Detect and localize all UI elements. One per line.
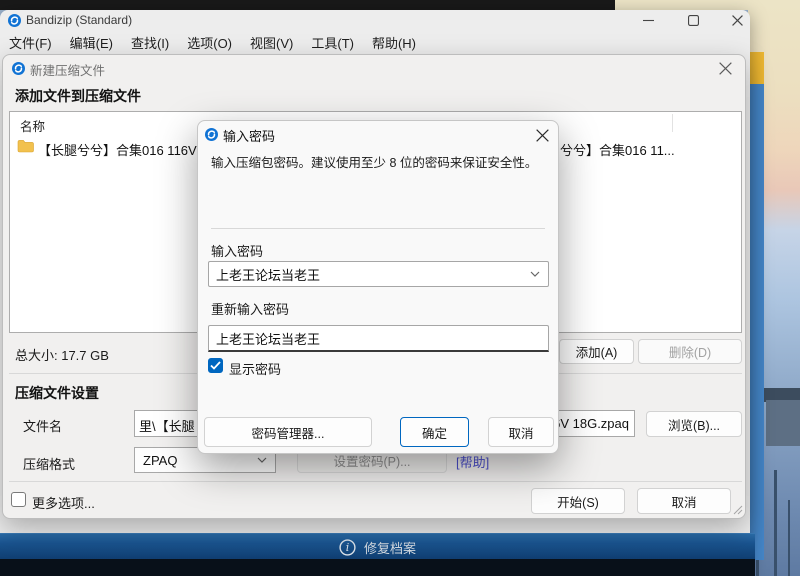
filename-label: 文件名 bbox=[23, 419, 63, 434]
dialog-title: 新建压缩文件 bbox=[30, 64, 106, 78]
menu-file[interactable]: 文件(F) bbox=[0, 32, 61, 55]
filename-text-left: 里\【长腿 bbox=[139, 419, 195, 434]
cancel-button[interactable]: 取消 bbox=[637, 488, 731, 514]
more-options-checkbox[interactable] bbox=[11, 492, 26, 507]
bandizip-logo-icon bbox=[12, 62, 25, 75]
window-title: Bandizip (Standard) bbox=[26, 13, 133, 27]
archive-settings-heading: 压缩文件设置 bbox=[15, 385, 99, 401]
dialog-close-button[interactable] bbox=[709, 57, 741, 79]
ok-button[interactable]: 确定 bbox=[400, 417, 469, 447]
filename-text-right: 6V 18G.zpaq bbox=[553, 416, 629, 431]
help-link[interactable]: [帮助] bbox=[456, 452, 489, 471]
password-input[interactable] bbox=[209, 266, 516, 282]
screen: Bandizip (Standard) 文件(F) 编辑(E) 查找(I) 选项… bbox=[0, 0, 800, 576]
chevron-down-icon bbox=[257, 457, 267, 463]
background-yellow-accent bbox=[750, 52, 764, 84]
divider bbox=[9, 481, 742, 482]
menu-tools[interactable]: 工具(T) bbox=[302, 32, 363, 55]
menu-help[interactable]: 帮助(H) bbox=[363, 32, 425, 55]
file-row-name-continued[interactable]: 兮兮】合集016 11... bbox=[560, 140, 675, 159]
info-icon: i bbox=[339, 538, 356, 556]
check-icon bbox=[210, 361, 221, 370]
show-password-checkbox[interactable] bbox=[208, 358, 223, 373]
add-files-heading: 添加文件到压缩文件 bbox=[15, 88, 141, 104]
folder-icon bbox=[17, 140, 34, 153]
start-button[interactable]: 开始(S) bbox=[531, 488, 625, 514]
confirm-password-input[interactable] bbox=[208, 325, 549, 352]
maximize-button[interactable] bbox=[676, 10, 710, 31]
password-manager-button[interactable]: 密码管理器... bbox=[204, 417, 372, 447]
add-button[interactable]: 添加(A) bbox=[559, 339, 634, 364]
menu-edit[interactable]: 编辑(E) bbox=[61, 32, 122, 55]
repair-archive-banner[interactable]: i 修复档案 bbox=[0, 533, 755, 560]
bandizip-logo-icon bbox=[205, 128, 218, 141]
bandizip-logo-icon bbox=[8, 14, 21, 27]
titlebar: Bandizip (Standard) bbox=[0, 10, 750, 31]
password-description: 输入压缩包密码。建议使用至少 8 位的密码来保证安全性。 bbox=[211, 156, 538, 170]
close-icon bbox=[718, 61, 732, 75]
close-icon bbox=[535, 128, 549, 142]
enter-password-dialog: 输入密码 输入压缩包密码。建议使用至少 8 位的密码来保证安全性。 输入密码 重… bbox=[197, 120, 559, 454]
menu-view[interactable]: 视图(V) bbox=[241, 32, 302, 55]
delete-button[interactable]: 删除(D) bbox=[638, 339, 742, 364]
minimize-button[interactable] bbox=[631, 10, 665, 31]
menu-find[interactable]: 查找(I) bbox=[122, 32, 178, 55]
maximize-icon bbox=[687, 15, 699, 26]
cancel-button[interactable]: 取消 bbox=[488, 417, 554, 447]
tree-shape bbox=[774, 470, 777, 576]
total-size-label: 总大小: 17.7 GB bbox=[15, 348, 109, 363]
confirm-password-label: 重新输入密码 bbox=[211, 302, 290, 317]
close-icon bbox=[731, 15, 743, 26]
column-header-name[interactable]: 名称 bbox=[20, 116, 45, 135]
repair-archive-label: 修复档案 bbox=[363, 540, 416, 556]
minimize-icon bbox=[642, 19, 654, 22]
svg-text:i: i bbox=[346, 541, 350, 554]
password-label: 输入密码 bbox=[211, 244, 264, 259]
dialog-title: 输入密码 bbox=[223, 129, 276, 144]
password-combobox[interactable] bbox=[208, 261, 549, 287]
tree-shape bbox=[788, 500, 790, 576]
column-divider bbox=[672, 114, 673, 132]
menu-options[interactable]: 选项(O) bbox=[178, 32, 241, 55]
wallpaper-house bbox=[766, 400, 800, 446]
format-selected-value: ZPAQ bbox=[143, 452, 178, 468]
window-bottom-strip bbox=[0, 559, 755, 576]
file-row-name[interactable]: 【长腿兮兮】合集016 116V 1 bbox=[38, 140, 208, 159]
resize-grip-icon[interactable] bbox=[731, 503, 743, 515]
chevron-down-icon[interactable] bbox=[530, 271, 540, 277]
browse-button[interactable]: 浏览(B)... bbox=[646, 411, 742, 437]
menubar: 文件(F) 编辑(E) 查找(I) 选项(O) 视图(V) 工具(T) 帮助(H… bbox=[0, 32, 750, 55]
background-blue-window-edge bbox=[750, 84, 764, 560]
format-label: 压缩格式 bbox=[23, 457, 76, 472]
wallpaper-sky bbox=[615, 0, 750, 10]
close-button[interactable] bbox=[720, 10, 754, 31]
background-window-edge bbox=[0, 0, 615, 10]
more-options-label[interactable]: 更多选项... bbox=[32, 493, 95, 512]
dialog-close-button[interactable] bbox=[528, 123, 556, 147]
show-password-label[interactable]: 显示密码 bbox=[229, 359, 281, 378]
divider bbox=[211, 228, 545, 229]
